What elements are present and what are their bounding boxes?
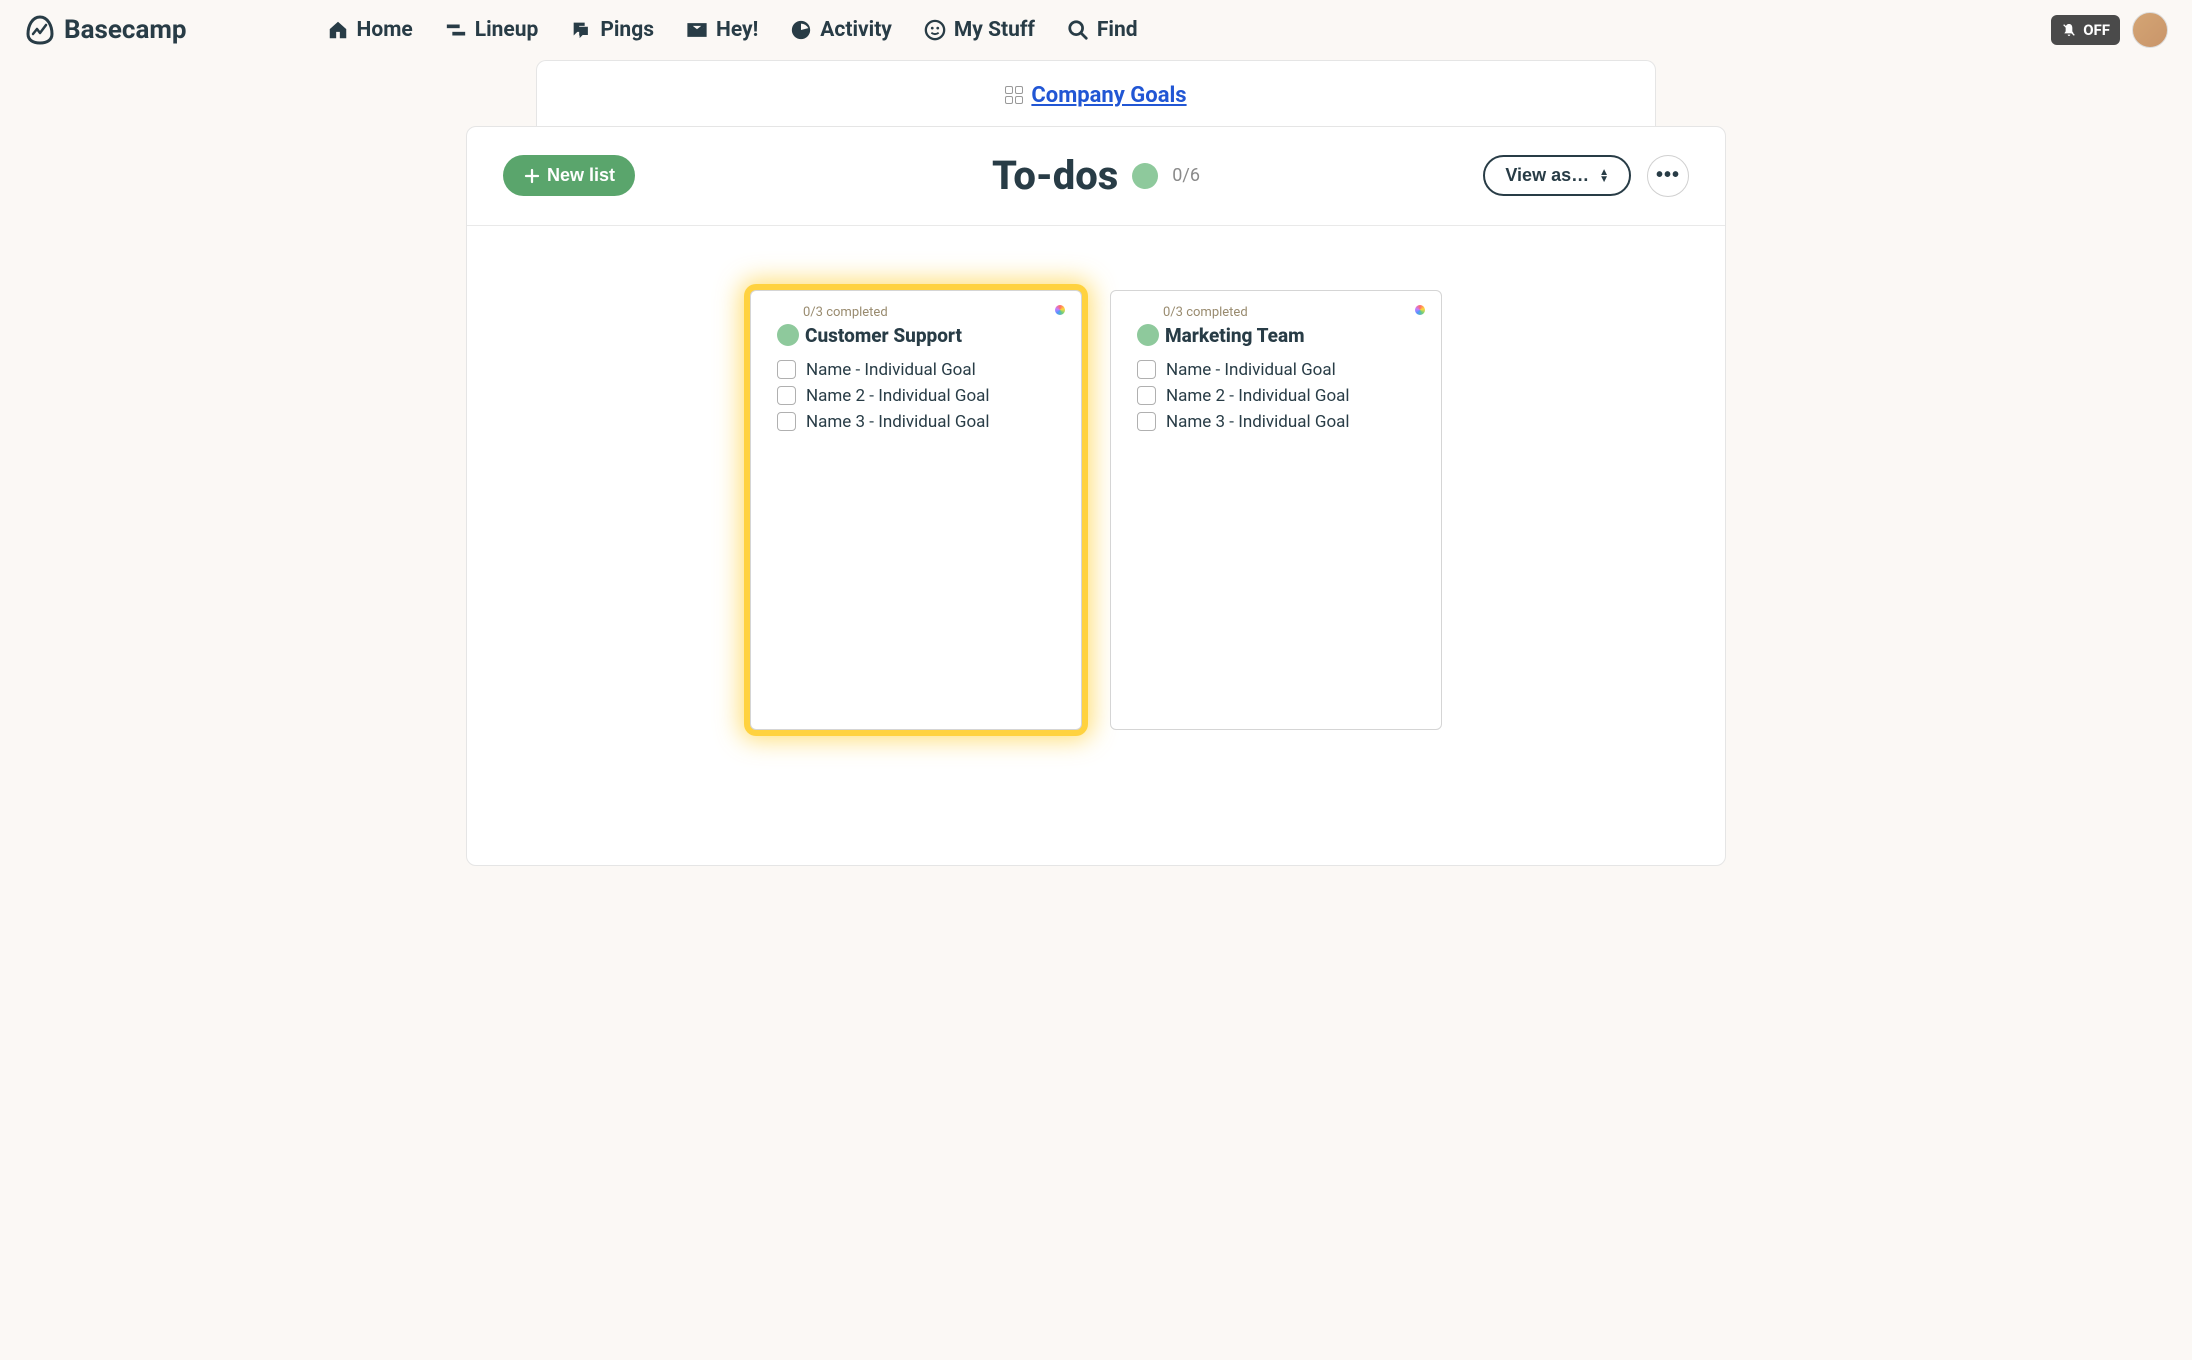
card-completed-text: 0/3 completed	[803, 305, 1055, 320]
checkbox[interactable]	[777, 360, 796, 379]
new-list-button[interactable]: New list	[503, 155, 635, 196]
page-title: To-dos	[992, 152, 1118, 199]
header-right: View as… ▲▼ •••	[1483, 155, 1689, 197]
view-as-label: View as…	[1505, 165, 1589, 186]
todo-text[interactable]: Name - Individual Goal	[806, 360, 976, 380]
nav-pings-label: Pings	[600, 18, 654, 42]
nav-find[interactable]: Find	[1067, 18, 1138, 42]
todo-item[interactable]: Name - Individual Goal	[1137, 357, 1415, 383]
view-as-button[interactable]: View as… ▲▼	[1483, 155, 1631, 196]
new-list-label: New list	[547, 165, 615, 186]
nav-hey[interactable]: Hey!	[686, 18, 758, 42]
nav-lineup[interactable]: Lineup	[445, 18, 539, 42]
card-title[interactable]: Customer Support	[805, 324, 962, 347]
notifications-toggle[interactable]: OFF	[2051, 15, 2120, 45]
cards-container: 0/3 completed Customer Support Name - In…	[467, 226, 1725, 794]
progress-indicator	[1137, 324, 1159, 346]
nav-find-label: Find	[1097, 18, 1138, 42]
panel-header: New list To-dos 0/6 View as… ▲▼ •••	[467, 127, 1725, 226]
sort-icon: ▲▼	[1599, 169, 1609, 183]
grid-icon	[1005, 86, 1023, 104]
todo-item[interactable]: Name 2 - Individual Goal	[777, 383, 1055, 409]
breadcrumb-bar: Company Goals	[536, 60, 1656, 126]
nav-mystuff-label: My Stuff	[954, 18, 1035, 42]
activity-icon	[790, 19, 812, 41]
main-panel: New list To-dos 0/6 View as… ▲▼ ••• 0/3 …	[466, 126, 1726, 866]
todo-item[interactable]: Name 2 - Individual Goal	[1137, 383, 1415, 409]
nav-home-label: Home	[357, 18, 413, 42]
todo-text[interactable]: Name 3 - Individual Goal	[806, 412, 990, 432]
card-title-row: Customer Support	[777, 324, 1055, 347]
progress-indicator	[1132, 163, 1158, 189]
card-title-row: Marketing Team	[1137, 324, 1415, 347]
nav-activity[interactable]: Activity	[790, 18, 892, 42]
pings-icon	[570, 19, 592, 41]
top-nav: Basecamp Home Lineup Pings Hey! Activity…	[0, 0, 2192, 60]
nav-hey-label: Hey!	[716, 18, 758, 42]
todo-text[interactable]: Name 3 - Individual Goal	[1166, 412, 1350, 432]
bell-off-icon	[2061, 22, 2077, 38]
todo-text[interactable]: Name 2 - Individual Goal	[1166, 386, 1350, 406]
card-title[interactable]: Marketing Team	[1165, 324, 1305, 347]
nav-lineup-label: Lineup	[475, 18, 539, 42]
colorwheel-icon[interactable]	[1413, 303, 1427, 317]
todo-text[interactable]: Name 2 - Individual Goal	[806, 386, 990, 406]
checkbox[interactable]	[1137, 412, 1156, 431]
nav-pings[interactable]: Pings	[570, 18, 654, 42]
header-title-group: To-dos 0/6	[992, 152, 1200, 199]
notifications-badge-label: OFF	[2083, 21, 2110, 39]
progress-indicator	[777, 324, 799, 346]
more-options-button[interactable]: •••	[1647, 155, 1689, 197]
todo-item[interactable]: Name - Individual Goal	[777, 357, 1055, 383]
card-completed-text: 0/3 completed	[1163, 305, 1415, 320]
plus-icon	[523, 167, 541, 185]
todo-text[interactable]: Name - Individual Goal	[1166, 360, 1336, 380]
checkbox[interactable]	[777, 386, 796, 405]
lineup-icon	[445, 19, 467, 41]
todo-card[interactable]: 0/3 completed Customer Support Name - In…	[750, 290, 1082, 730]
user-avatar[interactable]	[2132, 12, 2168, 48]
hey-icon	[686, 19, 708, 41]
colorwheel-icon[interactable]	[1053, 303, 1067, 317]
find-icon	[1067, 19, 1089, 41]
nav-center: Home Lineup Pings Hey! Activity My Stuff…	[327, 18, 2052, 42]
mystuff-icon	[924, 19, 946, 41]
todo-item[interactable]: Name 3 - Individual Goal	[1137, 409, 1415, 435]
nav-right: OFF	[2051, 12, 2168, 48]
todo-card[interactable]: 0/3 completed Marketing Team Name - Indi…	[1110, 290, 1442, 730]
brand-logo[interactable]: Basecamp	[24, 14, 187, 46]
ellipsis-icon: •••	[1656, 164, 1680, 187]
checkbox[interactable]	[1137, 386, 1156, 405]
checkbox[interactable]	[777, 412, 796, 431]
brand-name: Basecamp	[64, 15, 187, 45]
nav-mystuff[interactable]: My Stuff	[924, 18, 1035, 42]
nav-activity-label: Activity	[820, 18, 892, 42]
home-icon	[327, 19, 349, 41]
todo-item[interactable]: Name 3 - Individual Goal	[777, 409, 1055, 435]
breadcrumb-project-link[interactable]: Company Goals	[1031, 83, 1186, 108]
checkbox[interactable]	[1137, 360, 1156, 379]
progress-count: 0/6	[1172, 165, 1200, 186]
nav-home[interactable]: Home	[327, 18, 413, 42]
basecamp-logo-icon	[24, 14, 56, 46]
